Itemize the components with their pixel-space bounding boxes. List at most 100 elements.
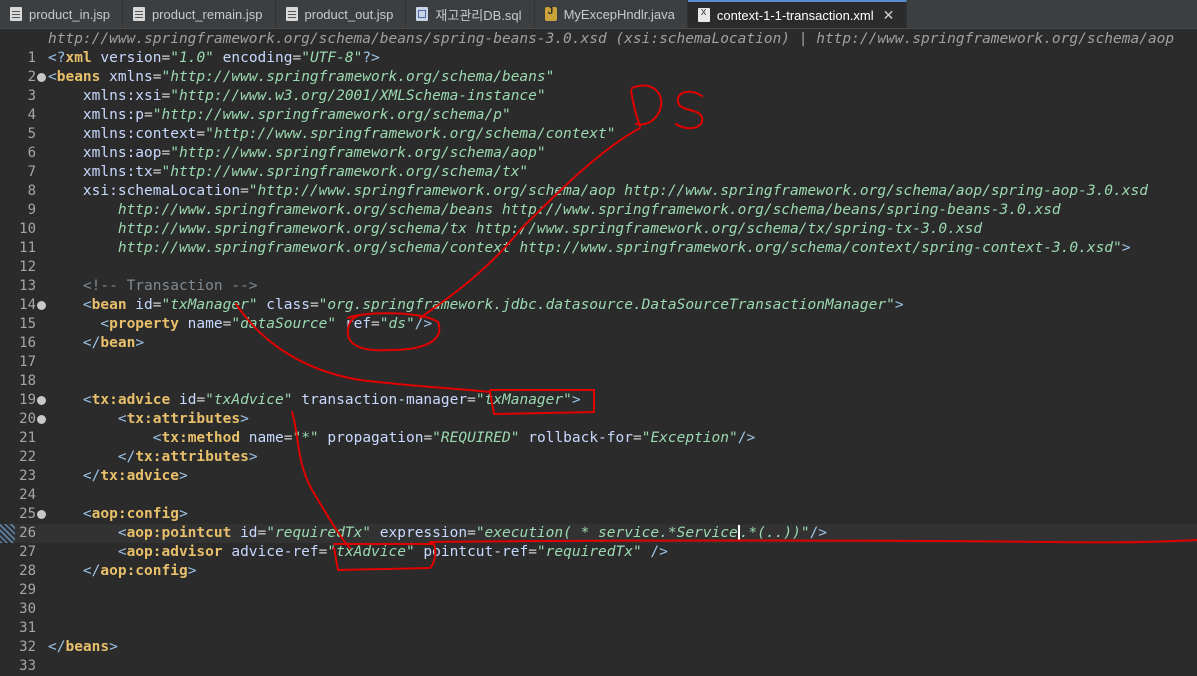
- line-number: 6: [27, 145, 36, 161]
- code-line[interactable]: 10 http://www.springframework.org/schema…: [0, 220, 1197, 239]
- code-line[interactable]: 13 <!-- Transaction -->: [0, 277, 1197, 296]
- code-token: =: [196, 126, 206, 142]
- code-line[interactable]: 21 <tx:method name="*" propagation="REQU…: [0, 429, 1197, 448]
- sql-file-icon: [416, 7, 429, 21]
- line-number: 23: [19, 468, 36, 484]
- code-token: transaction-manager: [292, 392, 468, 408]
- line-number: 11: [19, 240, 36, 256]
- code-line[interactable]: 15 <property name="dataSource" ref="ds"/…: [0, 315, 1197, 334]
- code-line[interactable]: 31: [0, 619, 1197, 638]
- code-token: bean: [91, 297, 127, 313]
- code-line[interactable]: 3 xmlns:xsi="http://www.w3.org/2001/XMLS…: [0, 87, 1197, 106]
- fold-toggle-icon[interactable]: [37, 396, 46, 405]
- line-number: 22: [19, 449, 36, 465]
- line-number: 2: [27, 69, 36, 85]
- code-text: <aop:pointcut id="requiredTx" expression…: [48, 524, 827, 543]
- code-text: http://www.springframework.org/schema/co…: [48, 239, 1131, 258]
- code-token: "txManager": [161, 297, 258, 313]
- code-token: tx:advice: [91, 392, 171, 408]
- tab-context-1-1-transaction-xml[interactable]: context-1-1-transaction.xml ✕: [687, 0, 908, 28]
- code-token: xml: [65, 50, 92, 66]
- code-token: <: [48, 297, 92, 313]
- code-token: tx:method: [161, 430, 241, 446]
- code-token: property: [109, 316, 179, 332]
- code-token: "UTF-8": [301, 50, 363, 66]
- tab-label: 재고관리DB.sql: [435, 7, 522, 23]
- fold-toggle-icon[interactable]: [37, 510, 46, 519]
- code-lines[interactable]: 1 <?xml version="1.0" encoding="UTF-8"?> 2…: [0, 49, 1197, 676]
- code-line[interactable]: 17: [0, 353, 1197, 372]
- code-token: tx:advice: [100, 468, 179, 484]
- line-number: 32: [19, 639, 36, 655]
- code-line[interactable]: 30: [0, 600, 1197, 619]
- fold-toggle-icon[interactable]: [37, 73, 46, 82]
- line-number: 21: [19, 430, 36, 446]
- code-token: "requiredTx": [536, 544, 642, 560]
- code-token: <: [48, 544, 127, 560]
- code-line[interactable]: 9 http://www.springframework.org/schema/…: [0, 201, 1197, 220]
- code-line[interactable]: 22 </tx:attributes>: [0, 448, 1197, 467]
- code-text: </tx:advice>: [48, 467, 188, 486]
- code-token: "org.springframework.jdbc.datasource.Dat…: [318, 297, 895, 313]
- code-text: <!-- Transaction -->: [48, 277, 258, 296]
- code-token: =: [152, 297, 162, 313]
- code-token: =: [309, 297, 319, 313]
- code-text: <tx:advice id="txAdvice" transaction-man…: [48, 391, 581, 410]
- schema-breadcrumb: http://www.springframework.org/schema/be…: [48, 31, 1175, 47]
- code-line[interactable]: 14 <bean id="txManager" class="org.sprin…: [0, 296, 1197, 315]
- jsp-file-icon: [285, 7, 298, 21]
- code-line[interactable]: 26 <aop:pointcut id="requiredTx" express…: [0, 524, 1197, 543]
- line-number: 30: [19, 601, 36, 617]
- code-token: "txAdvice": [205, 392, 293, 408]
- code-line[interactable]: 6 xmlns:aop="http://www.springframework.…: [0, 144, 1197, 163]
- code-text: xmlns:aop="http://www.springframework.or…: [48, 144, 546, 163]
- code-line[interactable]: 5 xmlns:context="http://www.springframew…: [0, 125, 1197, 144]
- code-line[interactable]: 11 http://www.springframework.org/schema…: [0, 239, 1197, 258]
- tab-product-out-jsp[interactable]: product_out.jsp: [276, 0, 407, 28]
- code-line[interactable]: 7 xmlns:tx="http://www.springframework.o…: [0, 163, 1197, 182]
- tab-product-remain-jsp[interactable]: product_remain.jsp: [123, 0, 276, 28]
- fold-toggle-icon[interactable]: [37, 415, 46, 424]
- line-number: 20: [19, 411, 36, 427]
- code-text: <beans xmlns="http://www.springframework…: [48, 68, 554, 87]
- code-token: </: [48, 468, 101, 484]
- code-line[interactable]: 27 <aop:advisor advice-ref = "txAdvice" po…: [0, 543, 1197, 562]
- line-number: 27: [19, 544, 36, 560]
- code-line[interactable]: 16 </bean>: [0, 334, 1197, 353]
- code-token: xmlns:p: [48, 107, 145, 123]
- code-token: ref: [336, 316, 372, 332]
- code-line[interactable]: 19 <tx:advice id="txAdvice" transaction-…: [0, 391, 1197, 410]
- line-number: 15: [19, 316, 36, 332]
- tab-myexcephndlr-java[interactable]: MyExcepHndlr.java: [535, 0, 688, 28]
- code-line[interactable]: 24: [0, 486, 1197, 505]
- code-line[interactable]: 23 </tx:advice>: [0, 467, 1197, 486]
- code-line[interactable]: 12: [0, 258, 1197, 277]
- close-tab-icon[interactable]: ✕: [883, 7, 895, 24]
- code-line[interactable]: 32 </beans>: [0, 638, 1197, 657]
- code-token: aop:advisor: [126, 544, 223, 560]
- tab-label: product_remain.jsp: [151, 6, 263, 22]
- code-line[interactable]: 2 <beans xmlns="http://www.springframewor…: [0, 68, 1197, 87]
- jsp-file-icon: [132, 7, 145, 21]
- code-line[interactable]: 18: [0, 372, 1197, 391]
- code-line[interactable]: 29: [0, 581, 1197, 600]
- code-line[interactable]: 33: [0, 657, 1197, 676]
- code-token: <?: [48, 50, 66, 66]
- code-line[interactable]: 4 xmlns:p="http://www.springframework.or…: [0, 106, 1197, 125]
- code-line[interactable]: 20 <tx:attributes>: [0, 410, 1197, 429]
- code-token: "http://www.springframework.org/schema/p…: [152, 107, 511, 123]
- fold-toggle-icon[interactable]: [37, 301, 46, 310]
- tab-product-in-jsp[interactable]: product_in.jsp: [0, 0, 123, 28]
- code-token: http://www.springframework.org/schema/be…: [48, 202, 1061, 218]
- code-line[interactable]: 25 <aop:config>: [0, 505, 1197, 524]
- code-line[interactable]: 8 xsi:schemaLocation="http://www.springf…: [0, 182, 1197, 201]
- code-text: <aop:advisor advice-ref = "txAdvice" point…: [48, 543, 668, 562]
- code-text: <tx:attributes>: [48, 410, 249, 429]
- code-line[interactable]: 28 </aop:config>: [0, 562, 1197, 581]
- tab--db-sql[interactable]: 재고관리DB.sql: [406, 0, 535, 28]
- code-line[interactable]: 1 <?xml version="1.0" encoding="UTF-8"?>: [0, 49, 1197, 68]
- code-token: <: [48, 411, 127, 427]
- code-token: pointcut-ref: [414, 544, 529, 560]
- code-token: "1.0": [170, 50, 214, 66]
- line-number: 31: [19, 620, 36, 636]
